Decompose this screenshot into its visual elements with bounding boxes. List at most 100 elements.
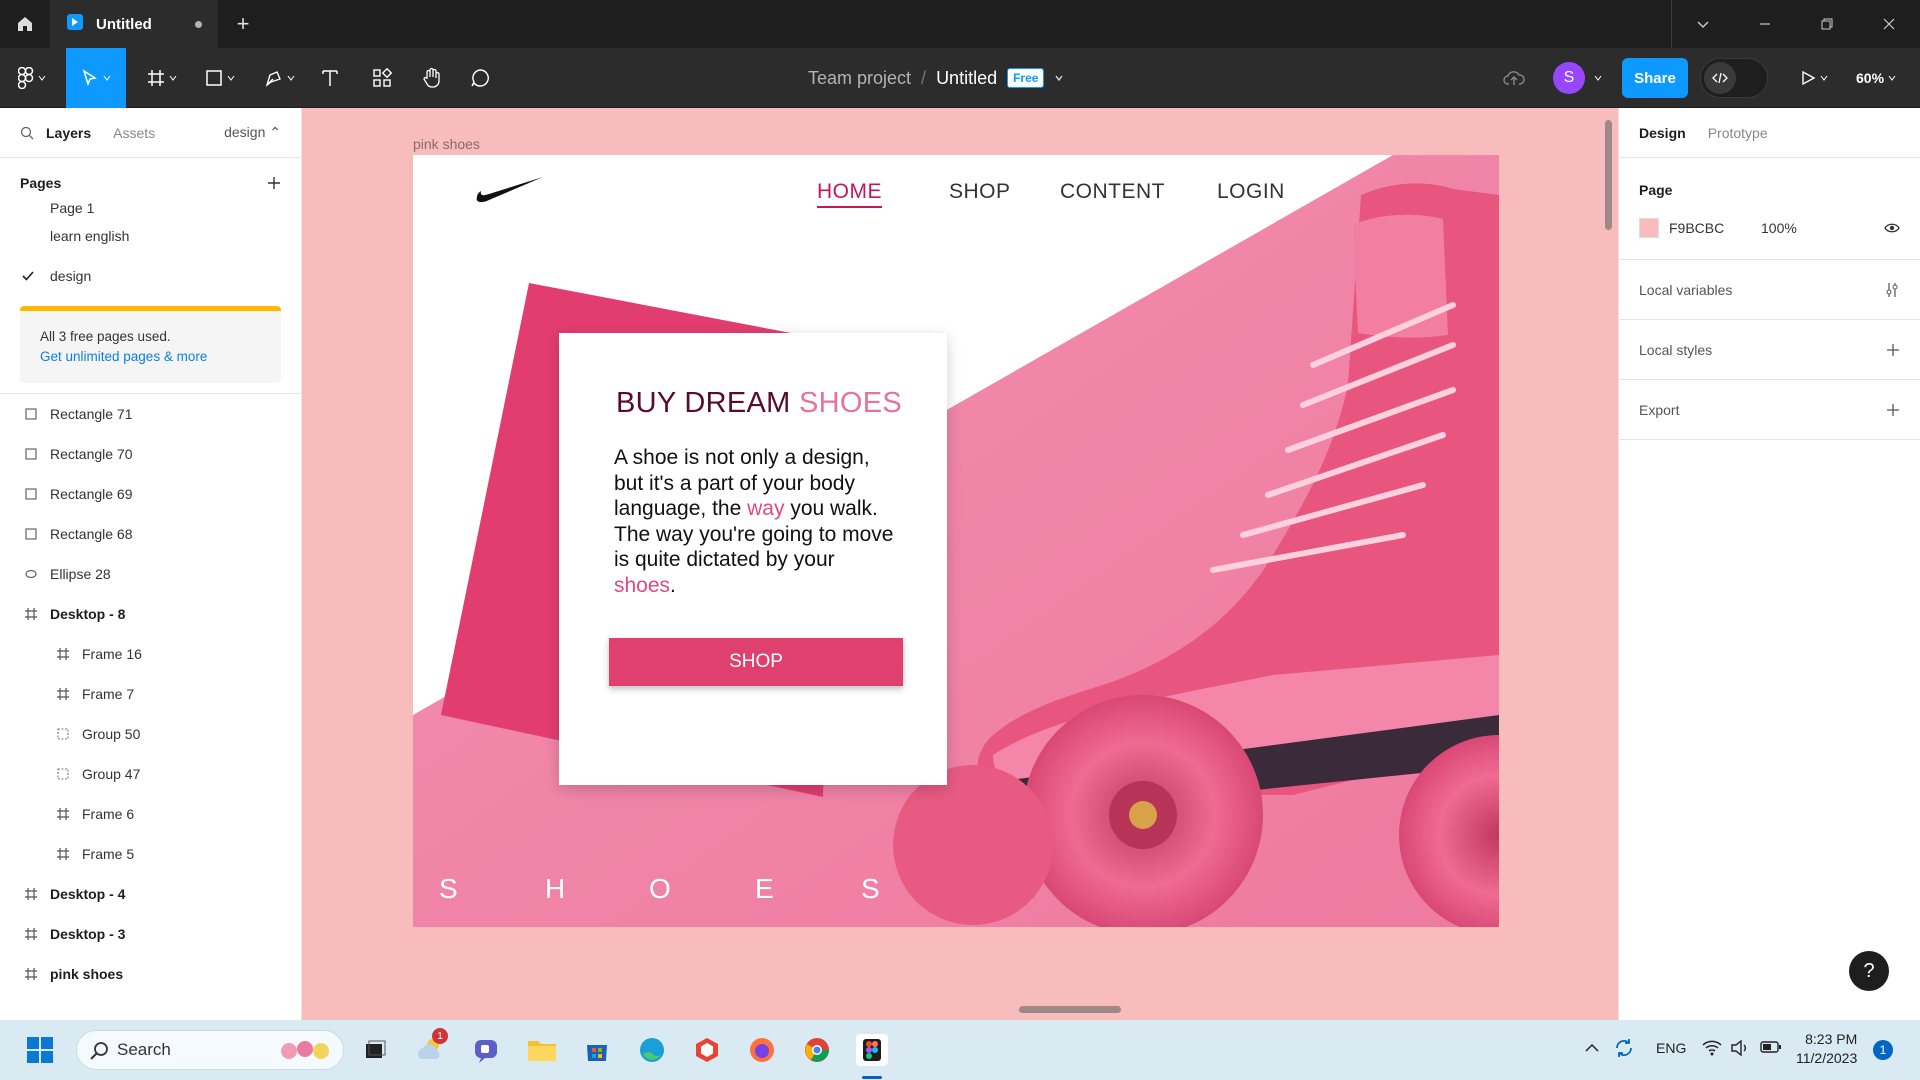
shop-button[interactable]: SHOP [609, 638, 903, 686]
page-color-hex[interactable]: F9BCBC [1669, 220, 1761, 236]
vertical-scrollbar[interactable] [1605, 120, 1612, 230]
tab-design[interactable]: Design [1639, 125, 1686, 141]
move-tool[interactable] [66, 48, 126, 108]
layer-label: Rectangle 69 [50, 486, 133, 502]
layer-row[interactable]: Rectangle 68 [0, 514, 301, 554]
page-item-selected[interactable]: design [0, 256, 301, 296]
windows-start-icon[interactable] [24, 1034, 56, 1066]
chevron-down-icon[interactable] [1054, 73, 1064, 83]
tab-prototype[interactable]: Prototype [1708, 125, 1768, 141]
taskbar-search[interactable]: Search [76, 1030, 344, 1070]
eye-icon[interactable] [1884, 222, 1900, 234]
close-button[interactable] [1858, 0, 1920, 48]
present-button[interactable] [1796, 48, 1832, 108]
notification-badge[interactable]: 1 [1873, 1040, 1893, 1060]
volume-icon[interactable] [1730, 1039, 1750, 1059]
layer-row[interactable]: Rectangle 70 [0, 434, 301, 474]
upgrade-link[interactable]: Get unlimited pages & more [40, 347, 261, 367]
layer-row[interactable]: Frame 16 [0, 634, 301, 674]
layer-row[interactable]: pink shoes [0, 954, 301, 994]
share-button[interactable]: Share [1622, 58, 1688, 98]
home-icon[interactable] [0, 0, 50, 48]
horizontal-scrollbar[interactable] [1019, 1006, 1121, 1013]
store-icon[interactable] [581, 1034, 613, 1066]
avatar[interactable]: S [1553, 62, 1585, 94]
zoom-menu[interactable]: 60% [1856, 48, 1896, 108]
hero-card[interactable]: BUY DREAM SHOES A shoe is not only a des… [559, 333, 947, 785]
chevron-up-icon[interactable] [1584, 1040, 1600, 1059]
add-page-icon[interactable] [267, 176, 281, 190]
hand-tool[interactable] [418, 48, 446, 108]
hash-icon [148, 70, 164, 86]
restore-button[interactable] [1796, 0, 1858, 48]
weather-icon[interactable]: 1 [414, 1028, 448, 1066]
tab-layers[interactable]: Layers [46, 125, 91, 141]
new-tab-button[interactable]: + [218, 0, 268, 48]
file-explorer-icon[interactable] [526, 1034, 558, 1066]
comment-tool[interactable] [466, 48, 494, 108]
layer-row[interactable]: Group 50 [0, 714, 301, 754]
file-name[interactable]: Untitled [936, 68, 997, 89]
design-frame[interactable]: HOME SHOP CONTENT LOGIN BUY DREAM SHOES … [413, 155, 1499, 927]
main-menu-button[interactable] [10, 48, 54, 108]
nav-login[interactable]: LOGIN [1217, 180, 1285, 204]
layer-row[interactable]: Frame 7 [0, 674, 301, 714]
layer-label: Desktop - 3 [50, 926, 126, 942]
layer-row[interactable]: Desktop - 8 [0, 594, 301, 634]
battery-icon[interactable] [1760, 1040, 1782, 1057]
edge-icon[interactable] [636, 1034, 668, 1066]
plan-badge[interactable]: Free [1007, 68, 1045, 88]
layer-row[interactable]: Group 47 [0, 754, 301, 794]
file-tab[interactable]: Untitled [50, 0, 218, 48]
search-icon[interactable] [20, 126, 34, 140]
dev-mode-toggle[interactable] [1700, 58, 1768, 98]
layer-row[interactable]: Ellipse 28 [0, 554, 301, 594]
cloud-upload-icon[interactable] [1500, 48, 1528, 108]
local-variables-row[interactable]: Local variables [1619, 260, 1920, 320]
hero-title-main: BUY DREAM [616, 387, 791, 419]
team-name[interactable]: Team project [808, 68, 911, 89]
layer-row[interactable]: Rectangle 71 [0, 394, 301, 434]
layer-row[interactable]: Desktop - 4 [0, 874, 301, 914]
page-item[interactable]: learn english [0, 216, 301, 256]
frame-label[interactable]: pink shoes [413, 136, 480, 152]
chevron-down-icon[interactable] [1590, 48, 1606, 108]
chrome-icon[interactable] [801, 1034, 833, 1066]
frame-tool[interactable] [140, 48, 184, 108]
sync-icon[interactable] [1612, 1036, 1636, 1063]
resources-tool[interactable] [368, 48, 396, 108]
layer-row[interactable]: Frame 6 [0, 794, 301, 834]
layer-row[interactable]: Desktop - 3 [0, 914, 301, 954]
layer-label: Ellipse 28 [50, 566, 111, 582]
minimize-button[interactable] [1734, 0, 1796, 48]
nav-home[interactable]: HOME [817, 180, 882, 208]
nav-content[interactable]: CONTENT [1060, 180, 1165, 204]
tab-assets[interactable]: Assets [113, 125, 155, 141]
shape-tool[interactable] [198, 48, 242, 108]
sliders-icon[interactable] [1884, 282, 1900, 298]
page-color-swatch[interactable] [1639, 218, 1659, 238]
layer-row[interactable]: Frame 5 [0, 834, 301, 874]
chat-icon[interactable] [470, 1034, 502, 1066]
language-indicator[interactable]: ENG [1656, 1040, 1686, 1056]
page-opacity[interactable]: 100% [1761, 220, 1797, 236]
local-styles-row[interactable]: Local styles [1619, 320, 1920, 380]
export-row[interactable]: Export [1619, 380, 1920, 440]
text-tool[interactable] [316, 48, 344, 108]
figma-app-icon[interactable] [856, 1034, 888, 1066]
task-view-icon[interactable] [358, 1034, 390, 1066]
nav-shop[interactable]: SHOP [949, 180, 1011, 204]
page-switcher[interactable]: design ⌃ [224, 124, 281, 141]
add-icon[interactable] [1886, 343, 1900, 357]
help-button[interactable]: ? [1849, 951, 1889, 991]
firefox-icon[interactable] [746, 1034, 778, 1066]
clock[interactable]: 8:23 PM 11/2/2023 [1796, 1030, 1857, 1068]
add-icon[interactable] [1886, 403, 1900, 417]
wifi-icon[interactable] [1702, 1040, 1722, 1059]
page-item[interactable]: Page 1 [0, 190, 301, 216]
canvas[interactable]: pink shoes HOME SHOP CONTENT LOGIN BUY D… [302, 108, 1618, 1020]
chevron-down-icon[interactable] [1672, 0, 1734, 48]
pen-tool[interactable] [258, 48, 302, 108]
hexagon-app-icon[interactable] [691, 1034, 723, 1066]
layer-row[interactable]: Rectangle 69 [0, 474, 301, 514]
